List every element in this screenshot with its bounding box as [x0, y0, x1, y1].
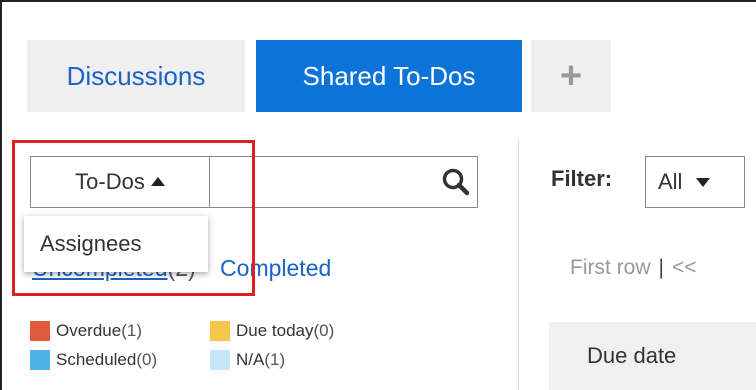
search-scope-select[interactable]: To-Dos: [31, 157, 210, 207]
search-scope-label: To-Dos: [75, 169, 145, 194]
tab-completed[interactable]: Completed: [220, 255, 331, 281]
add-tab-button[interactable]: +: [531, 40, 611, 112]
chevron-down-icon: [696, 177, 711, 187]
panel-divider: [518, 140, 519, 390]
filter-select[interactable]: All: [645, 156, 745, 208]
legend-count: (1): [264, 350, 286, 369]
legend-swatch: [210, 350, 230, 370]
caret-up-icon: [150, 176, 165, 186]
tab-discussions[interactable]: Discussions: [27, 40, 245, 112]
plus-icon: +: [559, 54, 583, 97]
column-header-label: Due date: [587, 343, 677, 368]
legend-item-na: N/A (1): [210, 350, 285, 370]
search-input[interactable]: [211, 159, 435, 205]
column-header-due-date[interactable]: Due date: [549, 322, 756, 390]
legend-item-scheduled: Scheduled (0): [30, 350, 157, 370]
legend-label: Due today: [236, 321, 314, 340]
pager: First row | <<: [570, 256, 697, 280]
legend-label: Scheduled: [56, 350, 137, 369]
search-scope-menu: Assignees: [24, 216, 208, 272]
filter-label: Filter:: [551, 166, 613, 191]
first-row-link[interactable]: First row: [570, 256, 651, 279]
search-icon[interactable]: [441, 167, 471, 197]
legend-count: (0): [136, 350, 158, 369]
legend-swatch: [30, 350, 50, 370]
pager-separator: |: [658, 256, 664, 279]
legend-swatch: [30, 321, 50, 341]
tab-shared-todos[interactable]: Shared To-Dos: [256, 40, 522, 112]
filter-value: All: [658, 169, 683, 194]
legend-label: N/A: [236, 350, 265, 369]
search-bar: To-Dos: [30, 156, 478, 208]
legend-label: Overdue: [56, 321, 122, 340]
legend-count: (1): [121, 321, 142, 340]
legend-count: (0): [313, 321, 335, 340]
prev-page-link[interactable]: <<: [672, 256, 697, 279]
legend-item-overdue: Overdue (1): [30, 321, 142, 341]
menu-item-assignees[interactable]: Assignees: [40, 231, 142, 257]
legend-item-due-today: Due today (0): [210, 321, 334, 341]
legend-swatch: [210, 321, 230, 341]
